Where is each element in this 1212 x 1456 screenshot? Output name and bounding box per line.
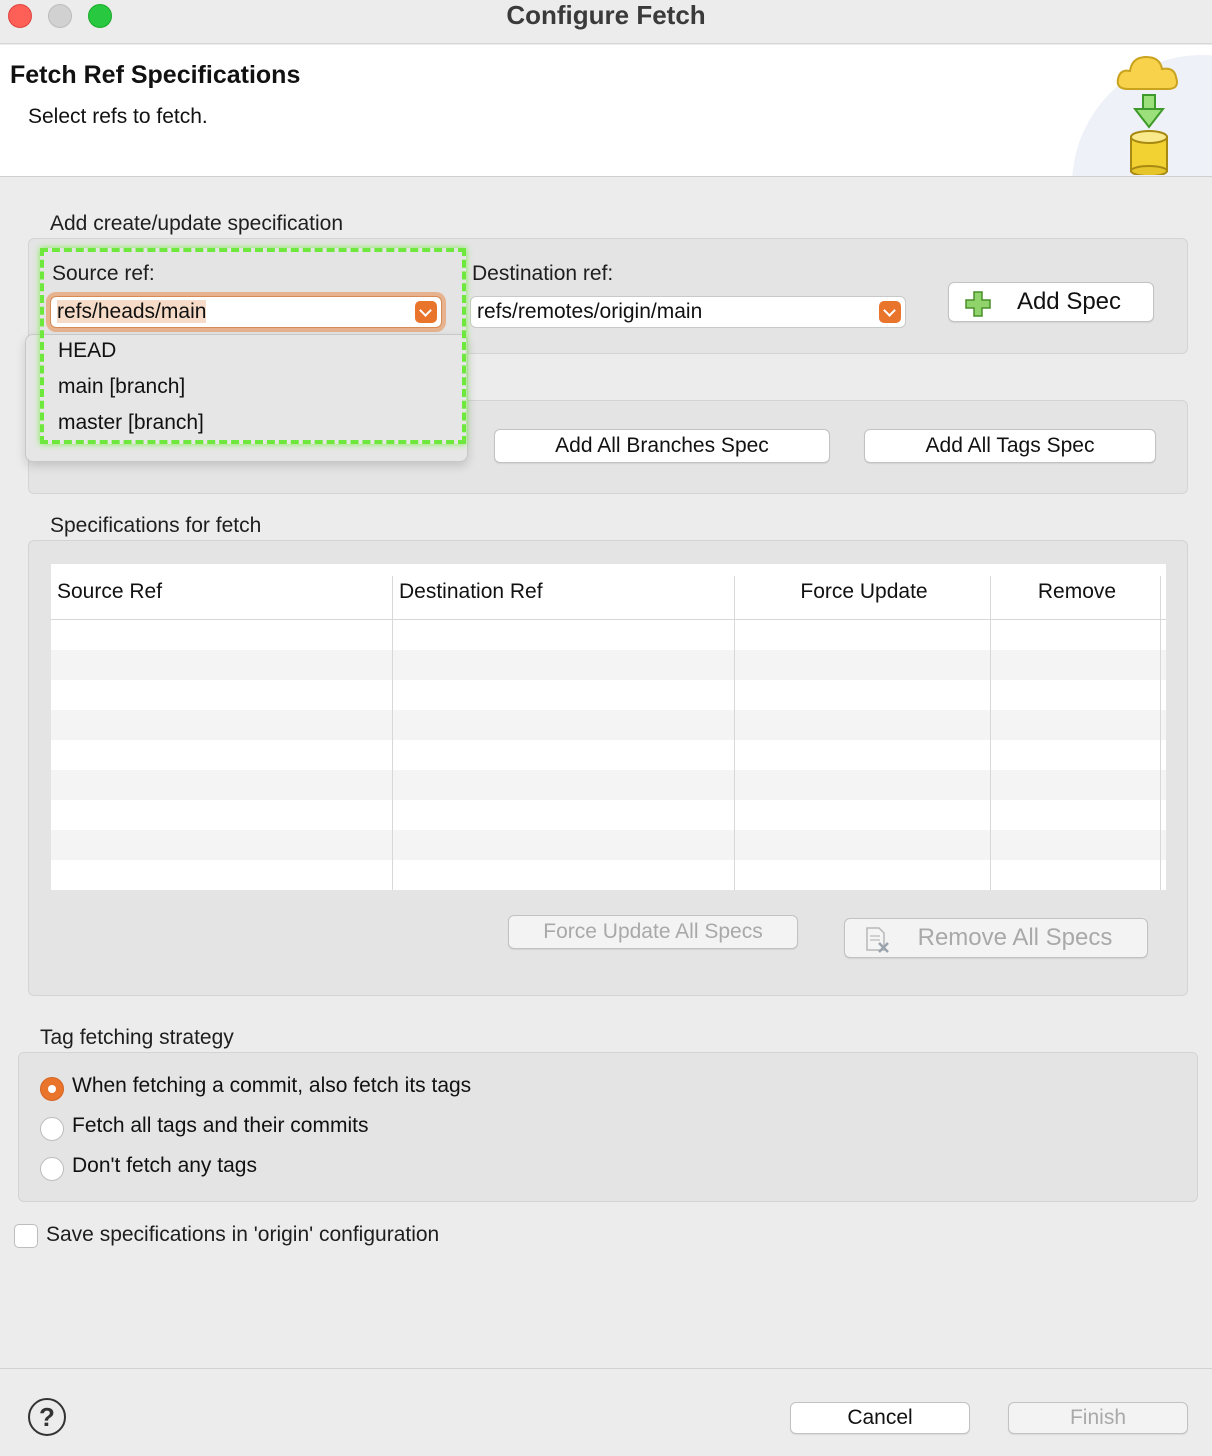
column-header-remove[interactable]: Remove bbox=[992, 564, 1162, 620]
remove-document-icon bbox=[866, 927, 889, 953]
title-bar: Configure Fetch bbox=[0, 0, 1212, 44]
chevron-down-icon[interactable] bbox=[415, 301, 437, 323]
chevron-down-icon[interactable] bbox=[879, 301, 901, 323]
radio-button[interactable] bbox=[40, 1117, 64, 1141]
destination-ref-label: Destination ref: bbox=[472, 262, 614, 285]
window-title: Configure Fetch bbox=[506, 0, 706, 30]
table-row bbox=[51, 710, 1166, 740]
plus-icon bbox=[965, 291, 991, 317]
dropdown-option-main-branch[interactable]: main [branch] bbox=[58, 375, 185, 399]
radio-label: Don't fetch any tags bbox=[72, 1154, 257, 1177]
table-row bbox=[51, 770, 1166, 800]
column-header-force-update[interactable]: Force Update bbox=[736, 564, 992, 620]
fetch-cloud-database-icon bbox=[1116, 55, 1178, 175]
table-row bbox=[51, 830, 1166, 860]
remove-all-specs-label: Remove All Specs bbox=[917, 924, 1113, 951]
column-separator bbox=[990, 576, 991, 890]
finish-button[interactable]: Finish bbox=[1008, 1402, 1188, 1434]
dropdown-option-master-branch[interactable]: master [branch] bbox=[58, 411, 204, 435]
save-config-checkbox[interactable] bbox=[14, 1224, 38, 1248]
dropdown-option-head[interactable]: HEAD bbox=[58, 339, 116, 363]
force-update-all-specs-button[interactable]: Force Update All Specs bbox=[508, 915, 798, 949]
column-separator bbox=[734, 576, 735, 890]
table-row bbox=[51, 650, 1166, 680]
add-all-branches-spec-button[interactable]: Add All Branches Spec bbox=[494, 429, 830, 463]
question-mark-icon[interactable]: ? bbox=[28, 1398, 66, 1436]
source-ref-label: Source ref: bbox=[52, 262, 155, 285]
radio-label: When fetching a commit, also fetch its t… bbox=[72, 1074, 472, 1097]
column-separator bbox=[392, 576, 393, 890]
radio-button-selected[interactable] bbox=[40, 1077, 64, 1101]
radio-label: Fetch all tags and their commits bbox=[72, 1114, 369, 1137]
tag-strategy-group-label: Tag fetching strategy bbox=[40, 1026, 234, 1049]
wizard-header: Fetch Ref Specifications Select refs to … bbox=[0, 45, 1212, 177]
specs-table[interactable]: Source Ref Destination Ref Force Update … bbox=[51, 564, 1166, 890]
create-spec-group-label: Add create/update specification bbox=[50, 212, 344, 235]
add-all-tags-spec-button[interactable]: Add All Tags Spec bbox=[864, 429, 1156, 463]
column-separator bbox=[1160, 576, 1161, 890]
page-title: Fetch Ref Specifications bbox=[10, 61, 301, 89]
add-spec-label: Add Spec bbox=[1016, 288, 1122, 315]
footer-divider bbox=[0, 1368, 1212, 1369]
cancel-button[interactable]: Cancel bbox=[790, 1402, 970, 1434]
source-ref-combo[interactable]: refs/heads/main bbox=[50, 296, 442, 328]
specs-group-label: Specifications for fetch bbox=[50, 514, 262, 537]
radio-button[interactable] bbox=[40, 1157, 64, 1181]
destination-ref-combo[interactable]: refs/remotes/origin/main bbox=[470, 296, 906, 328]
table-header-divider bbox=[51, 619, 1166, 620]
save-config-label: Save specifications in 'origin' configur… bbox=[46, 1223, 440, 1246]
add-spec-button[interactable]: Add Spec bbox=[948, 282, 1154, 322]
destination-ref-value: refs/remotes/origin/main bbox=[477, 300, 703, 323]
column-header-source-ref[interactable]: Source Ref bbox=[57, 564, 162, 620]
remove-all-specs-button[interactable]: Remove All Specs bbox=[844, 918, 1148, 958]
source-ref-value: refs/heads/main bbox=[57, 300, 207, 323]
page-subtitle: Select refs to fetch. bbox=[28, 105, 208, 128]
source-ref-dropdown-list: HEAD main [branch] master [branch] bbox=[25, 334, 468, 462]
column-header-destination-ref[interactable]: Destination Ref bbox=[399, 564, 543, 620]
